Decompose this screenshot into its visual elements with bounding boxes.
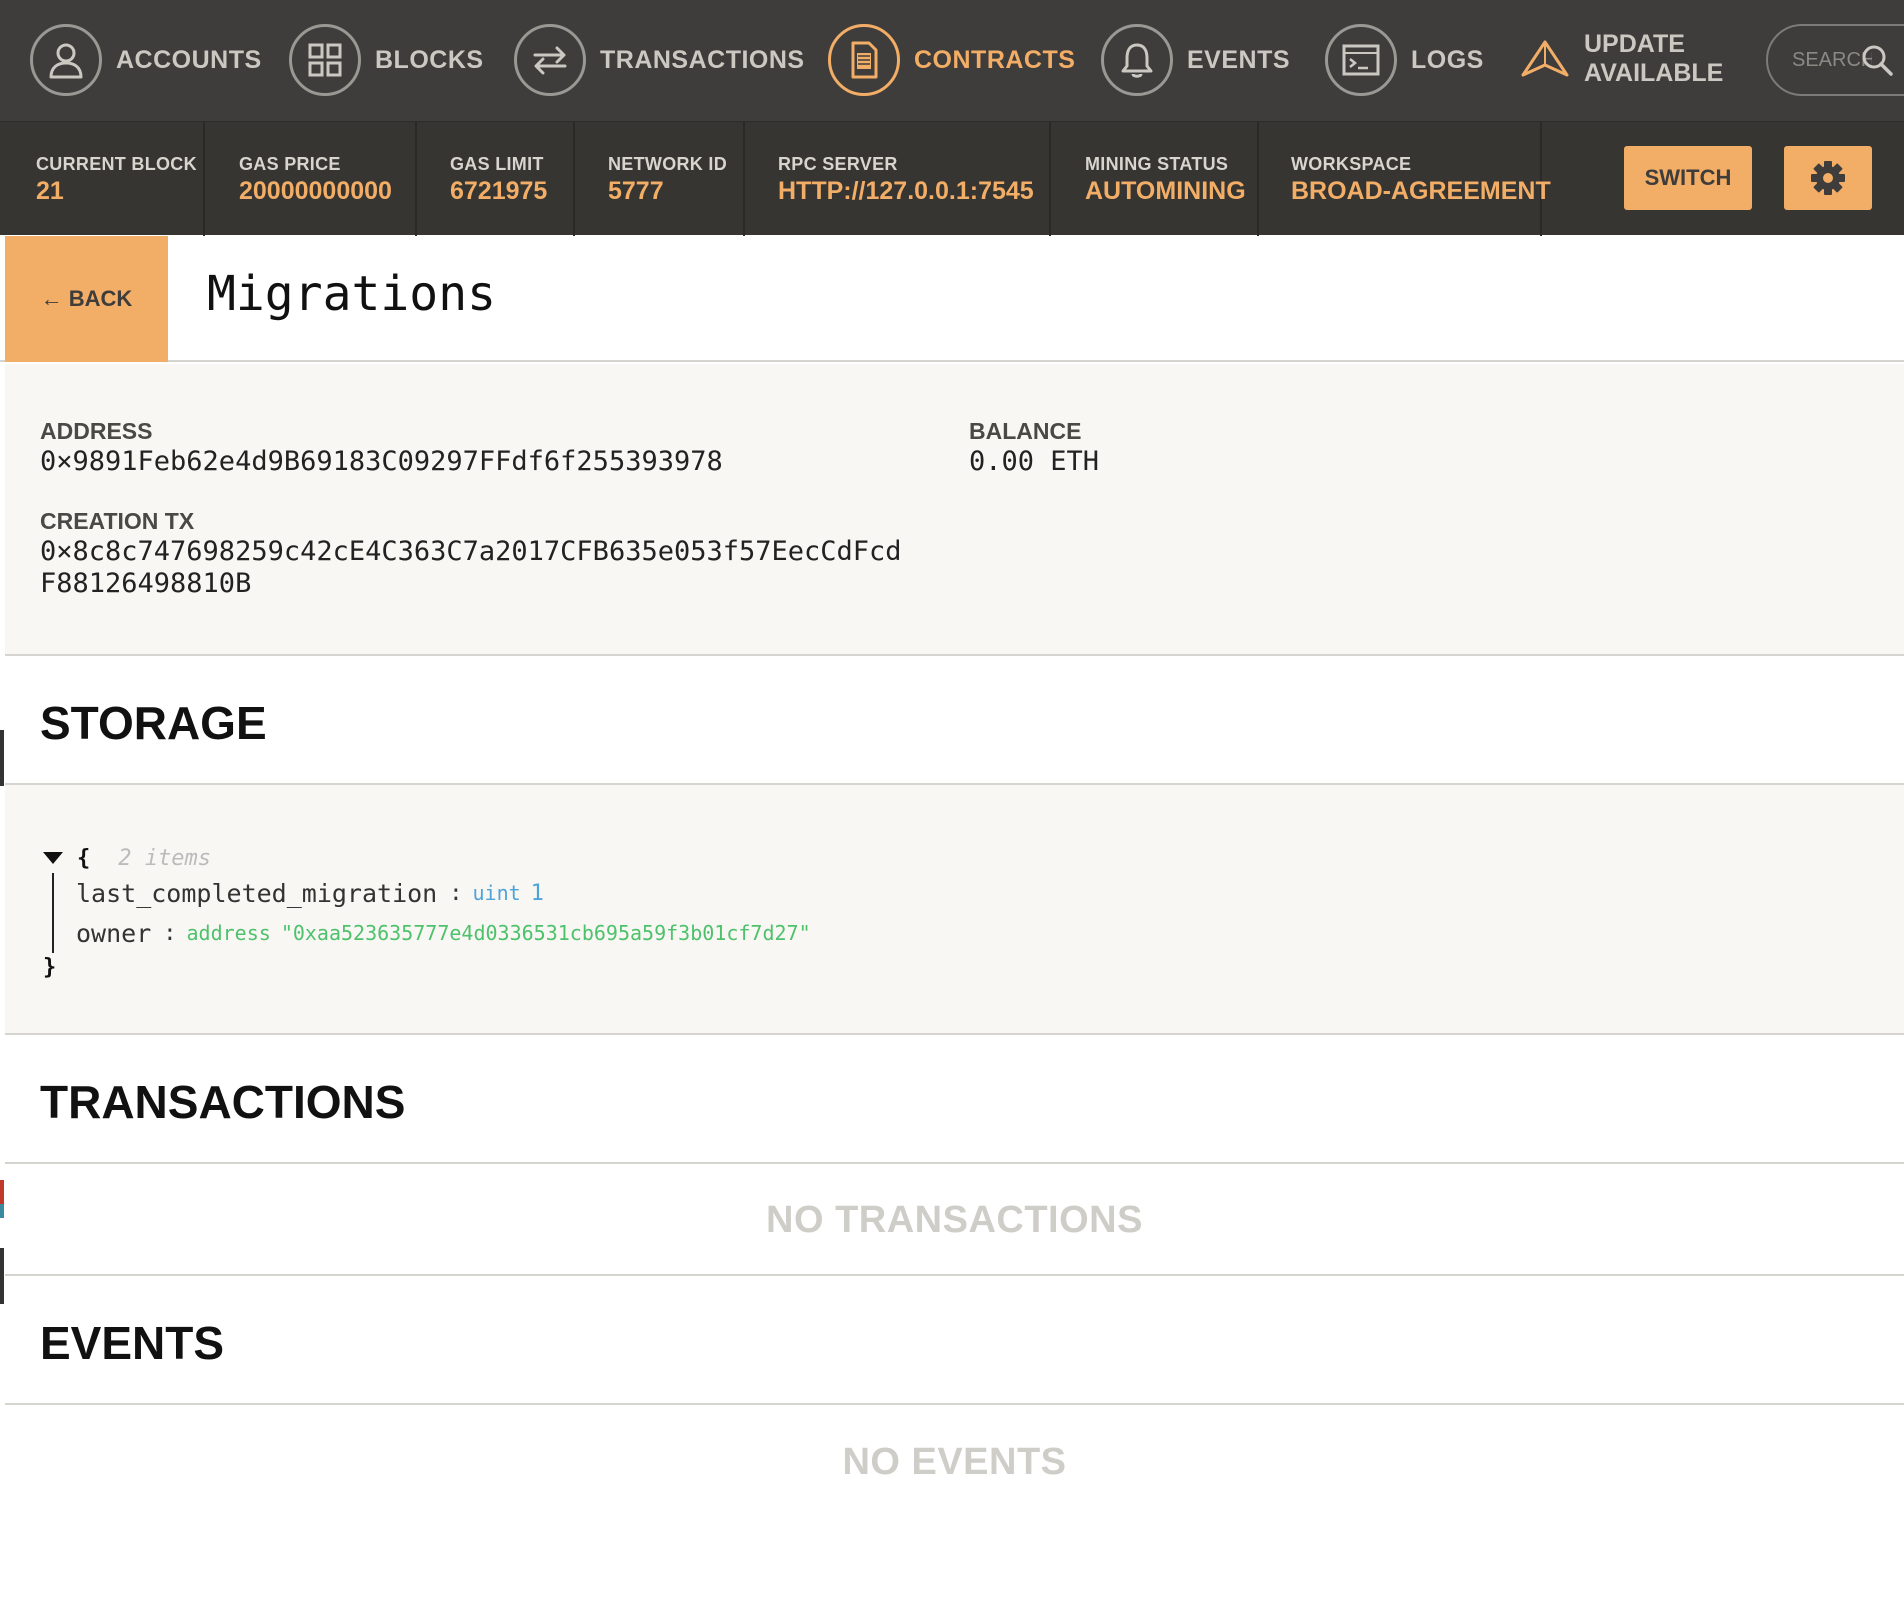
- search-box[interactable]: [1766, 24, 1904, 96]
- network-id-value: 5777: [608, 177, 664, 205]
- document-icon: [828, 24, 900, 96]
- storage-panel: { 2 items last_completed_migration : uin…: [5, 785, 1904, 1035]
- update-arrow-icon: [1521, 40, 1569, 77]
- storage-value: 1: [530, 880, 544, 906]
- no-transactions-text: NO TRANSACTIONS: [766, 1198, 1143, 1241]
- no-events-text: NO EVENTS: [842, 1440, 1067, 1483]
- storage-colon: :: [163, 920, 177, 946]
- open-brace: {: [77, 845, 91, 871]
- back-button[interactable]: ← BACK: [5, 236, 168, 362]
- address-value: 0×9891Feb62e4d9B69183C09297FFdf6f2553939…: [40, 446, 723, 477]
- storage-tree-root: { 2 items: [43, 843, 811, 873]
- rpc-server-label: RPC SERVER: [778, 154, 898, 174]
- search-icon[interactable]: [1860, 43, 1894, 77]
- collapse-caret-icon[interactable]: [43, 852, 63, 864]
- nav-contracts[interactable]: CONTRACTS: [828, 24, 1075, 96]
- nav-contracts-label: CONTRACTS: [914, 45, 1076, 74]
- top-nav: ACCOUNTS BLOCKS TRANSACTIONS CONTRACTS E…: [0, 0, 1904, 121]
- network-id-label: NETWORK ID: [608, 154, 727, 174]
- window-edge: [0, 1204, 4, 1218]
- storage-row: last_completed_migration : uint 1: [76, 873, 811, 913]
- creation-tx-line2: F88126498810B: [40, 568, 252, 599]
- nav-blocks-label: BLOCKS: [375, 45, 484, 74]
- network-id-stat: NETWORK ID 5777: [575, 122, 745, 236]
- balance-label: BALANCE: [969, 418, 1082, 444]
- nav-logs[interactable]: LOGS: [1325, 24, 1484, 96]
- transactions-section-header: TRANSACTIONS: [5, 1037, 1904, 1164]
- storage-key: last_completed_migration: [76, 878, 438, 908]
- nav-transactions-label: TRANSACTIONS: [600, 45, 805, 74]
- events-empty: NO EVENTS: [5, 1407, 1904, 1517]
- update-available[interactable]: UPDATE AVAILABLE: [1520, 30, 1723, 88]
- contract-details: ADDRESS 0×9891Feb62e4d9B69183C09297FFdf6…: [5, 364, 1904, 656]
- gas-price-value: 20000000000: [239, 177, 392, 205]
- transactions-empty: NO TRANSACTIONS: [5, 1166, 1904, 1276]
- storage-value: "0xaa523635777e4d0336531cb695a59f3b01cf7…: [280, 921, 811, 945]
- window-edge: [0, 730, 4, 786]
- gas-limit-value: 6721975: [450, 177, 548, 205]
- storage-type: address: [186, 921, 271, 945]
- current-block-value: 21: [36, 177, 64, 205]
- mining-status-label: MINING STATUS: [1085, 154, 1229, 174]
- update-line2: AVAILABLE: [1584, 59, 1724, 87]
- workspace-value: BROAD-AGREEMENT: [1291, 177, 1551, 205]
- gear-icon: [1811, 161, 1845, 195]
- current-block-stat: CURRENT BLOCK 21: [0, 122, 205, 236]
- nav-logs-label: LOGS: [1411, 45, 1484, 74]
- gas-limit-stat: GAS LIMIT 6721975: [417, 122, 575, 236]
- gas-price-stat: GAS PRICE 20000000000: [205, 122, 417, 236]
- close-brace: }: [43, 955, 57, 980]
- events-section-header: EVENTS: [5, 1278, 1904, 1405]
- status-bar: CURRENT BLOCK 21 GAS PRICE 20000000000 G…: [0, 121, 1904, 236]
- balance-value: 0.00 ETH: [969, 446, 1100, 477]
- storage-type: uint: [472, 881, 521, 905]
- events-heading: EVENTS: [40, 1317, 225, 1369]
- storage-colon: :: [449, 880, 463, 906]
- switch-button[interactable]: SWITCH: [1624, 146, 1752, 210]
- creation-tx-line1: 0×8c8c747698259c42cE4C363C7a2017CFB635e0…: [40, 536, 902, 567]
- terminal-icon: [1325, 24, 1397, 96]
- update-label: UPDATE AVAILABLE: [1584, 30, 1723, 88]
- address-label: ADDRESS: [40, 418, 153, 444]
- creation-tx-label: CREATION TX: [40, 508, 195, 534]
- gas-limit-label: GAS LIMIT: [450, 154, 544, 174]
- storage-section-header: STORAGE: [5, 658, 1904, 785]
- storage-key: owner: [76, 918, 152, 948]
- window-edge: [0, 1248, 4, 1304]
- rpc-server-stat: RPC SERVER HTTP://127.0.0.1:7545: [745, 122, 1051, 236]
- contract-title-row: ← BACK Migrations: [0, 236, 1904, 362]
- bell-icon: [1101, 24, 1173, 96]
- transfer-icon: [514, 24, 586, 96]
- ganache-app: ACCOUNTS BLOCKS TRANSACTIONS CONTRACTS E…: [0, 0, 1904, 1600]
- window-edge: [0, 1180, 4, 1204]
- storage-tree: { 2 items last_completed_migration : uin…: [43, 843, 811, 980]
- current-block-label: CURRENT BLOCK: [36, 154, 197, 174]
- mining-status-value: AUTOMINING: [1085, 177, 1246, 205]
- nav-accounts-label: ACCOUNTS: [116, 45, 262, 74]
- workspace-stat: WORKSPACE BROAD-AGREEMENT: [1259, 122, 1551, 236]
- gas-price-label: GAS PRICE: [239, 154, 341, 174]
- rpc-server-value: HTTP://127.0.0.1:7545: [778, 177, 1034, 205]
- nav-transactions[interactable]: TRANSACTIONS: [514, 24, 805, 96]
- transactions-heading: TRANSACTIONS: [40, 1076, 406, 1128]
- workspace-label: WORKSPACE: [1291, 154, 1412, 174]
- nav-events-label: EVENTS: [1187, 45, 1291, 74]
- storage-heading: STORAGE: [40, 697, 267, 749]
- storage-tree-body: last_completed_migration : uint 1 owner …: [52, 873, 811, 953]
- nav-blocks[interactable]: BLOCKS: [289, 24, 484, 96]
- nav-accounts[interactable]: ACCOUNTS: [30, 24, 262, 96]
- page-title: Migrations: [207, 266, 496, 322]
- mining-status-stat: MINING STATUS AUTOMINING: [1051, 122, 1259, 236]
- settings-button[interactable]: [1784, 146, 1872, 210]
- storage-row: owner : address "0xaa523635777e4d0336531…: [76, 913, 811, 953]
- storage-item-count: 2 items: [118, 845, 211, 871]
- nav-events[interactable]: EVENTS: [1101, 24, 1290, 96]
- user-icon: [30, 24, 102, 96]
- update-line1: UPDATE: [1584, 30, 1685, 58]
- blocks-icon: [289, 24, 361, 96]
